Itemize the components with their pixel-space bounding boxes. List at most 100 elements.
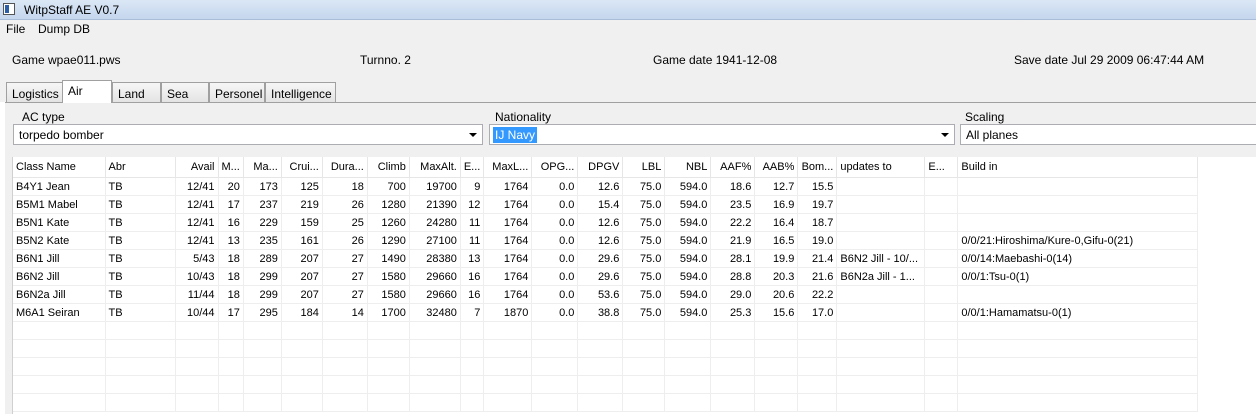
table-cell: 11/44	[175, 285, 219, 304]
table-cell: 159	[281, 213, 323, 232]
table-cell: 299	[243, 267, 282, 286]
table-cell: 15.5	[797, 177, 838, 196]
column-header[interactable]: M...	[218, 157, 244, 178]
game-date-label: Game date 1941-12-08	[653, 53, 778, 67]
table-cell: B5N2 Kate	[13, 231, 106, 250]
column-header[interactable]: Class Name	[13, 157, 106, 178]
table-cell: 21.6	[797, 267, 838, 286]
empty-cell	[924, 393, 959, 412]
column-header[interactable]: E...	[460, 157, 485, 178]
table-cell: 0.0	[531, 249, 579, 268]
table-cell: M6A1 Seiran	[13, 303, 106, 322]
scaling-dropdown[interactable]: All planes	[960, 124, 1256, 145]
table-cell: TB	[105, 267, 176, 286]
menu-dump-db[interactable]: Dump DB	[38, 22, 90, 36]
column-header[interactable]: updates to	[836, 157, 926, 178]
empty-cell	[754, 357, 799, 376]
table-row[interactable]: B4Y1 Jean TB 12/41 20 173 125 18 700 19700 9 1764 0…	[13, 177, 1199, 196]
table-cell: 19.7	[797, 195, 838, 214]
table-cell: 1490	[367, 249, 410, 268]
empty-cell	[322, 393, 368, 412]
table-row[interactable]: B6N2a Jill TB 11/44 18 299 207 27 1580 29660 16 17…	[13, 285, 1199, 304]
table-cell: 10/44	[175, 303, 219, 322]
game-file-label: Game wpae011.pws	[12, 53, 121, 67]
tab-land[interactable]: Land	[112, 82, 161, 102]
tab-personel[interactable]: Personel	[209, 82, 265, 102]
empty-cell	[483, 339, 533, 358]
menu-file[interactable]: File	[6, 22, 25, 36]
empty-cell	[710, 357, 756, 376]
ac-type-value: torpedo bomber	[19, 128, 104, 142]
column-header[interactable]: Build in	[957, 157, 1199, 178]
column-header[interactable]: AAB%	[754, 157, 799, 178]
table-cell: 1870	[483, 303, 533, 322]
column-header[interactable]: Bom...	[797, 157, 838, 178]
table-cell: 23.5	[710, 195, 756, 214]
column-header[interactable]: LBL	[622, 157, 666, 178]
tab-sea[interactable]: Sea	[161, 82, 209, 102]
table-cell: 16.5	[754, 231, 799, 250]
chevron-down-icon[interactable]	[941, 133, 949, 137]
table-row[interactable]: B6N1 Jill TB 5/43 18 289 207 27 1490 28380 13 1764…	[13, 249, 1199, 268]
empty-cell	[281, 339, 323, 358]
column-header[interactable]: DPGV	[577, 157, 624, 178]
column-header[interactable]: MaxAlt.	[409, 157, 461, 178]
empty-cell	[754, 375, 799, 394]
table-cell: 1280	[367, 195, 410, 214]
tab-logistics[interactable]: Logistics	[6, 82, 63, 102]
column-header[interactable]: Ma...	[243, 157, 282, 178]
table-cell: 0.0	[531, 231, 579, 250]
table-cell: B6N2a Jill - 1...	[836, 267, 926, 286]
table-cell: 24280	[409, 213, 461, 232]
empty-cell	[797, 375, 838, 394]
empty-cell	[577, 357, 624, 376]
table-cell: 219	[281, 195, 323, 214]
column-header[interactable]: Dura...	[322, 157, 368, 178]
empty-cell	[460, 339, 485, 358]
table-row[interactable]: B5N2 Kate TB 12/41 13 235 161 26 1290 27100 11 176…	[13, 231, 1199, 250]
table-cell	[836, 213, 926, 232]
empty-cell	[710, 375, 756, 394]
column-header[interactable]: AAF%	[710, 157, 756, 178]
table-cell: 1260	[367, 213, 410, 232]
table-cell: 20.6	[754, 285, 799, 304]
column-header[interactable]: Abr	[105, 157, 176, 178]
chevron-down-icon[interactable]	[469, 133, 477, 137]
table-row[interactable]: B5N1 Kate TB 12/41 16 229 159 25 1260 24280 11 176…	[13, 213, 1199, 232]
table-cell	[836, 285, 926, 304]
empty-cell	[664, 321, 712, 340]
empty-cell	[175, 321, 219, 340]
table-cell: 161	[281, 231, 323, 250]
tab-intelligence[interactable]: Intelligence	[265, 82, 336, 102]
empty-cell	[924, 375, 959, 394]
table-row[interactable]: M6A1 Seiran TB 10/44 17 295 184 14 1700 32480 7 18…	[13, 303, 1199, 322]
empty-cell	[664, 393, 712, 412]
column-header[interactable]: E...	[924, 157, 959, 178]
table-cell: 1764	[483, 213, 533, 232]
ac-type-dropdown[interactable]: torpedo bomber	[13, 124, 483, 145]
table-body: B4Y1 Jean TB 12/41 20 173 125 18 700 19700 9 1764 0…	[13, 177, 1199, 412]
empty-cell	[105, 393, 176, 412]
table-row[interactable]: B5M1 Mabel TB 12/41 17 237 219 26 1280 21390 12 17…	[13, 195, 1199, 214]
table-row[interactable]: B6N2 Jill TB 10/43 18 299 207 27 1580 29660 16 176…	[13, 267, 1199, 286]
table-cell: 19.0	[797, 231, 838, 250]
table-cell: TB	[105, 213, 176, 232]
table-cell: 27	[322, 249, 368, 268]
column-header[interactable]: OPG...	[531, 157, 579, 178]
empty-cell	[281, 357, 323, 376]
column-header[interactable]: Climb	[367, 157, 410, 178]
empty-cell	[281, 375, 323, 394]
column-header[interactable]: NBL	[664, 157, 712, 178]
column-header[interactable]: Crui...	[281, 157, 323, 178]
column-header[interactable]: Avail	[175, 157, 219, 178]
nationality-dropdown[interactable]: IJ Navy	[489, 124, 955, 145]
table-cell: 75.0	[622, 267, 666, 286]
empty-cell	[531, 357, 579, 376]
table-cell	[957, 195, 1199, 214]
table-cell: 0.0	[531, 195, 579, 214]
column-header[interactable]: MaxL...	[483, 157, 533, 178]
tab-air[interactable]: Air	[62, 80, 112, 103]
empty-cell	[797, 339, 838, 358]
aircraft-table[interactable]: Class Name Abr Avail M... Ma... Crui... Dura..…	[12, 157, 1256, 414]
table-cell: 28.8	[710, 267, 756, 286]
